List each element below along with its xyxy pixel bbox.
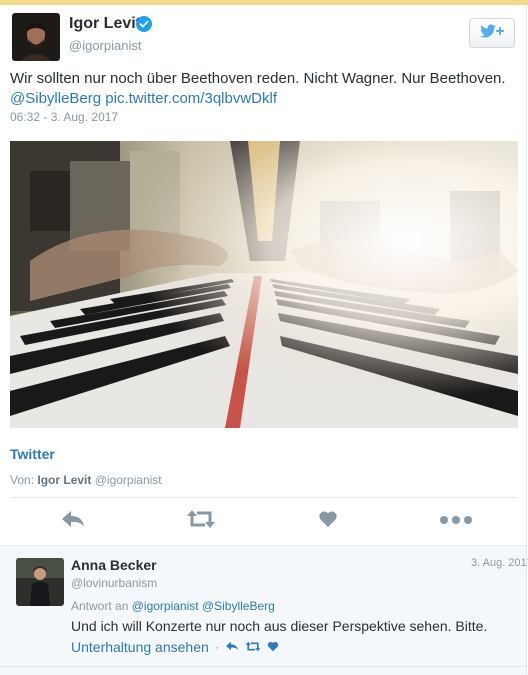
retweet-small-icon[interactable] [245, 639, 261, 655]
in-reply-prefix: Antwort an [71, 599, 129, 613]
reply-author-name[interactable]: Anna Becker [71, 557, 157, 573]
in-reply-mentions[interactable]: @igorpianist @SibylleBerg [132, 599, 275, 613]
like-icon [318, 510, 338, 533]
more-icon [439, 512, 473, 530]
byline-prefix: Von: [10, 473, 35, 487]
follow-button[interactable] [469, 18, 515, 48]
like-small-icon[interactable] [267, 639, 279, 655]
reply-small-icon[interactable] [225, 639, 239, 655]
byline-handle[interactable]: @igorpianist [95, 473, 162, 487]
separator-dot: · [214, 640, 219, 654]
in-reply-to: Antwort an @igorpianist @SibylleBerg [71, 599, 275, 613]
byline-author[interactable]: Igor Levit [37, 473, 91, 487]
reply-icon [60, 509, 86, 534]
reply-author-avatar[interactable] [16, 558, 64, 606]
pic-link[interactable]: pic.twitter.com/3qlbvwDklf [105, 90, 277, 107]
reply-text: Und ich will Konzerte nur noch aus diese… [71, 618, 488, 634]
more-button[interactable] [438, 510, 474, 532]
mention-link[interactable]: @SibylleBerg [10, 90, 101, 107]
twitter-follow-icon [477, 22, 507, 45]
divider [10, 497, 518, 498]
card-title[interactable]: Twitter [10, 446, 55, 462]
author-avatar[interactable] [12, 13, 60, 61]
like-button[interactable] [316, 510, 340, 532]
author-handle[interactable]: @igorpianist [69, 38, 141, 53]
reply-author-handle[interactable]: @lovinurbanism [71, 576, 157, 590]
retweet-icon [186, 509, 216, 534]
tweet-photo[interactable] [10, 141, 518, 428]
tweet-timestamp[interactable]: 06:32 - 3. Aug. 2017 [10, 110, 118, 124]
tweet-text: Wir sollten nur noch über Beethoven rede… [10, 69, 515, 109]
reply-date[interactable]: 3. Aug. 2017 [471, 557, 528, 569]
reply-actions: Unterhaltung ansehen · [71, 639, 279, 655]
reply-button[interactable] [58, 510, 88, 532]
view-conversation-link[interactable]: Unterhaltung ansehen [71, 639, 209, 655]
tweet-text-body: Wir sollten nur noch über Beethoven rede… [10, 70, 506, 87]
byline: Von: Igor Levit @igorpianist [10, 473, 162, 487]
retweet-button[interactable] [185, 509, 217, 534]
verified-icon [136, 16, 152, 32]
author-name[interactable]: Igor Levit [69, 15, 141, 33]
bottom-divider [0, 666, 526, 667]
